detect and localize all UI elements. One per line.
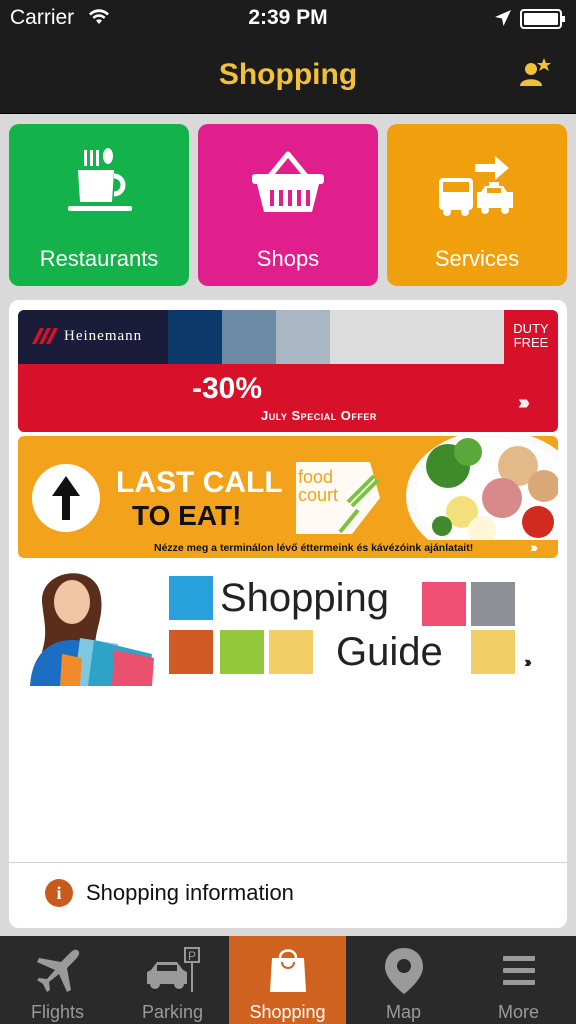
shops-label: Shops [256, 246, 320, 271]
heinemann-banner[interactable]: Heinemann DUTY FREE -30% July Special Of… [18, 310, 558, 432]
restaurants-tile[interactable]: Restaurants [9, 124, 189, 286]
food-court-logo-line2: court [298, 485, 339, 505]
heinemann-logo-area: Heinemann [18, 310, 168, 364]
tab-more[interactable]: More [461, 936, 576, 1024]
tab-shopping-label: Shopping [249, 1002, 326, 1022]
shopping-guide-subtitle: Guide [336, 630, 443, 674]
offer-text: July Special Offer [261, 408, 377, 423]
coffee-cup-icon [9, 148, 189, 218]
svg-text:P: P [188, 949, 196, 963]
color-square [269, 630, 313, 674]
duty-free-line2: FREE [513, 335, 549, 350]
last-call-text: LAST CALL [116, 466, 283, 499]
clock-label: 2:39 PM [248, 6, 328, 29]
food-court-banner[interactable]: LAST CALL TO EAT! food court Nézze meg a… [18, 436, 558, 558]
menu-icon [461, 946, 576, 996]
food-court-logo: food court [292, 458, 384, 538]
tab-map[interactable]: Map [346, 936, 461, 1024]
tab-shopping[interactable]: Shopping [229, 936, 346, 1024]
heinemann-logo-icon [32, 328, 58, 349]
tab-parking[interactable]: P Parking [115, 936, 230, 1024]
services-label: Services [434, 246, 520, 271]
tab-bar: Flights P Parking Shopping Map More [0, 936, 576, 1024]
page-title: Shopping [218, 58, 358, 91]
status-bar: Carrier 2:39 PM [0, 0, 576, 38]
tab-flights[interactable]: Flights [0, 936, 115, 1024]
chevron-right-icon: ››› [530, 539, 538, 555]
shopper-woman-image [22, 562, 156, 686]
battery-icon [520, 9, 566, 29]
user-star-icon[interactable] [518, 56, 552, 90]
location-arrow-icon [494, 9, 512, 32]
map-pin-icon [346, 946, 461, 996]
heinemann-brand: Heinemann [64, 328, 143, 344]
chevron-right-icon: ››› [518, 392, 530, 414]
color-square [169, 576, 213, 620]
shopping-information-row[interactable]: i Shopping information [9, 863, 567, 923]
bus-taxi-icon [387, 148, 567, 218]
tab-flights-label: Flights [30, 1002, 84, 1022]
color-stripe [222, 310, 276, 364]
color-square [422, 582, 466, 626]
to-eat-text: TO EAT! [132, 500, 242, 531]
navigation-bar: Shopping [0, 38, 576, 114]
shopping-guide-title: Shopping [220, 576, 390, 620]
parking-car-icon: P [115, 946, 230, 996]
duty-free-badge: DUTY FREE [504, 310, 558, 364]
airplane-icon [0, 946, 115, 996]
shopping-basket-icon [198, 148, 378, 218]
color-square [169, 630, 213, 674]
color-stripe [276, 310, 330, 364]
tab-map-label: Map [385, 1002, 421, 1022]
food-court-subtitle: Nézze meg a terminálon lévő éttermeink é… [154, 540, 558, 558]
shopping-information-label: Shopping information [86, 880, 294, 905]
offer-strip: -30% July Special Offer ››› [18, 364, 558, 432]
shopping-guide-banner[interactable]: Shopping Guide ››› [18, 562, 558, 690]
color-stripe [168, 310, 222, 364]
color-square [220, 630, 264, 674]
discount-text: -30% [192, 372, 263, 405]
chevron-right-icon: ››› [524, 654, 532, 671]
food-court-logo-text: food court [298, 468, 338, 504]
restaurants-label: Restaurants [39, 246, 159, 271]
info-icon: i [45, 879, 73, 907]
color-square [471, 630, 515, 674]
color-square [471, 582, 515, 626]
services-tile[interactable]: Services [387, 124, 567, 286]
arrow-up-icon [32, 464, 100, 532]
tab-more-label: More [497, 1002, 539, 1022]
duty-free-line1: DUTY [513, 321, 549, 336]
tab-parking-label: Parking [141, 1002, 204, 1022]
shopping-bag-icon [229, 946, 346, 996]
shops-tile[interactable]: Shops [198, 124, 378, 286]
food-court-logo-line1: food [298, 467, 334, 487]
